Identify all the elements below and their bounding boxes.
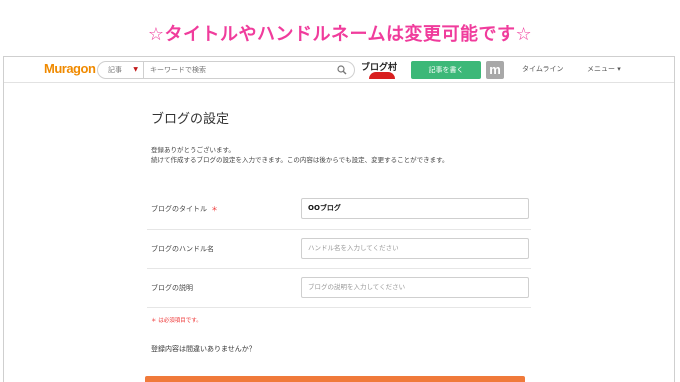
form-row-handle: ブログのハンドル名 ハンドル名を入力してください [147, 230, 531, 269]
top-navigation-bar: Muragon 記事 ▼ ブログ村 記事を書く m タイムライン メニュー ▾ [4, 57, 674, 83]
intro-line-2: 続けて作成するブログの設定を入力できます。この内容は後からでも設定、変更すること… [151, 156, 449, 164]
blog-title-input[interactable]: OOブログ [301, 198, 529, 219]
nav-menu-dropdown[interactable]: メニュー ▾ [587, 64, 621, 74]
description-input[interactable]: ブログの説明を入力してください [301, 277, 529, 298]
intro-text: 登録ありがとうございます。 続けて作成するブログの設定を入力できます。この内容は… [151, 145, 449, 165]
handle-name-input[interactable]: ハンドル名を入力してください [301, 238, 529, 259]
confirm-text: 登録内容は間違いありませんか？ [151, 345, 256, 353]
handle-label: ブログのハンドル名 [151, 245, 214, 253]
required-note: ＊ は必須項目です。 [151, 318, 202, 324]
intro-line-1: 登録ありがとうございます。 [151, 146, 235, 154]
search-bar: 記事 ▼ [97, 61, 355, 79]
description-label: ブログの説明 [151, 284, 193, 292]
search-input[interactable] [150, 63, 330, 77]
submit-button[interactable] [145, 376, 525, 382]
blogmura-sun-icon [369, 72, 395, 79]
search-category-select[interactable]: 記事 ▼ [98, 62, 144, 78]
browser-page: Muragon 記事 ▼ ブログ村 記事を書く m タイムライン メニュー ▾ … [3, 56, 675, 382]
annotation-banner: ☆タイトルやハンドルネームは変更可能です☆ [0, 0, 680, 56]
page-title: ブログの設定 [151, 112, 230, 127]
blogmura-logo[interactable]: ブログ村 [361, 60, 405, 80]
form-row-title: ブログのタイトル ＊ OOブログ [147, 191, 531, 230]
search-icon[interactable] [337, 65, 347, 75]
title-label: ブログのタイトル ＊ [151, 204, 218, 214]
form-row-description: ブログの説明 ブログの説明を入力してください [147, 269, 531, 308]
blogmura-logo-text: ブログ村 [361, 63, 398, 73]
write-article-button[interactable]: 記事を書く [411, 61, 481, 79]
muragon-m-icon[interactable]: m [486, 61, 504, 79]
muragon-logo[interactable]: Muragon [44, 61, 96, 76]
chevron-down-icon: ▼ [133, 66, 138, 73]
title-label-text: ブログのタイトル [151, 205, 207, 213]
required-mark: ＊ [211, 205, 218, 213]
nav-timeline-link[interactable]: タイムライン [522, 64, 564, 74]
search-category-label: 記事 [108, 66, 122, 74]
annotation-text: ☆タイトルやハンドルネームは変更可能です☆ [147, 24, 533, 45]
